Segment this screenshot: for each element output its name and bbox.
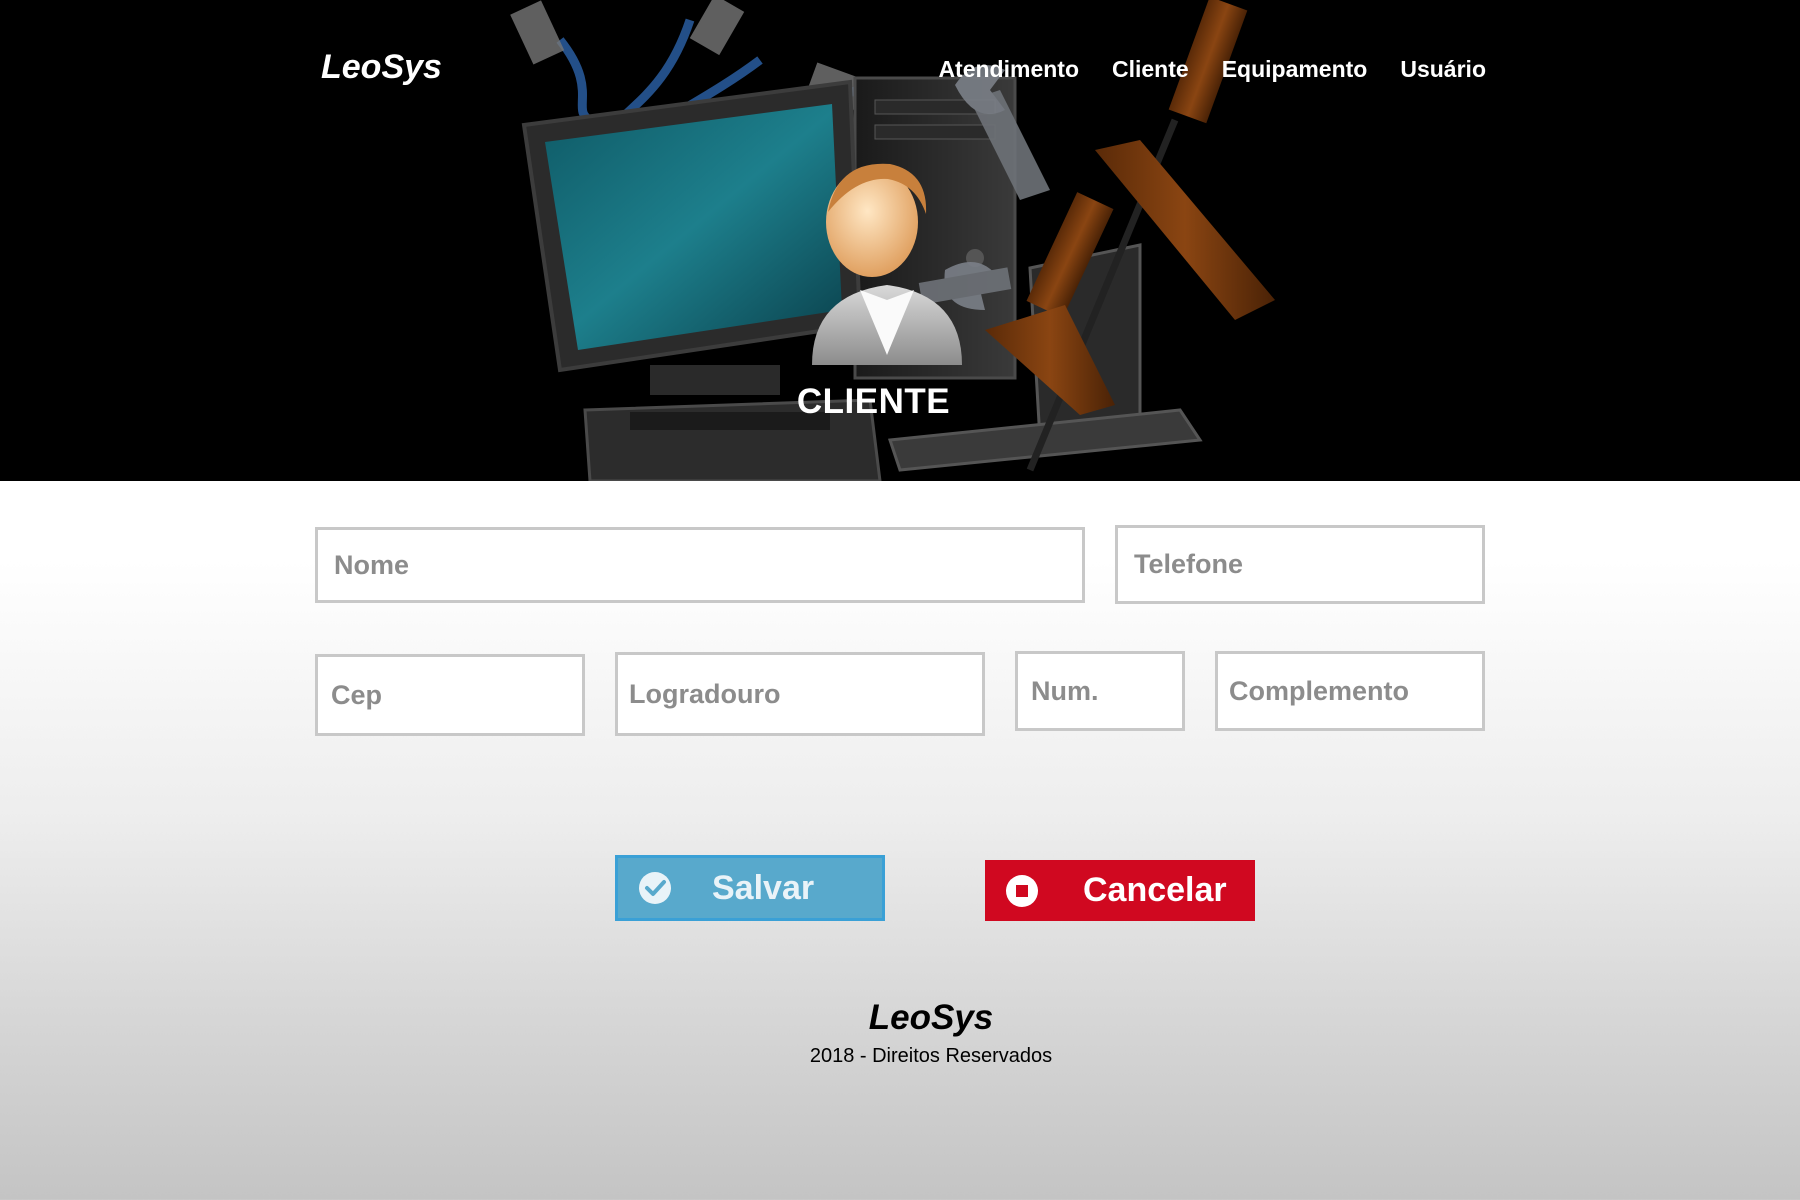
nav-atendimento[interactable]: Atendimento (938, 56, 1079, 83)
nav-equipamento[interactable]: Equipamento (1222, 56, 1368, 83)
main-nav: Atendimento Cliente Equipamento Usuário (938, 56, 1486, 83)
stop-circle-icon (1005, 874, 1039, 908)
nome-input[interactable] (315, 527, 1085, 603)
page-title: CLIENTE (796, 382, 951, 421)
check-circle-icon (638, 871, 672, 905)
complemento-input[interactable] (1215, 651, 1485, 731)
cep-input[interactable] (315, 654, 585, 736)
footer-copyright: 2018 - Direitos Reservados (809, 1045, 1053, 1067)
nav-cliente[interactable]: Cliente (1112, 56, 1189, 83)
telefone-input[interactable] (1115, 525, 1485, 604)
cancel-button[interactable]: Cancelar (985, 860, 1255, 921)
nav-usuario[interactable]: Usuário (1400, 56, 1486, 83)
cancel-button-label: Cancelar (1083, 871, 1227, 909)
logradouro-input[interactable] (615, 652, 985, 736)
numero-input[interactable] (1015, 651, 1185, 731)
brand-logo[interactable]: LeoSys (321, 48, 442, 87)
hero-banner: LeoSys Atendimento Cliente Equipamento U… (0, 0, 1800, 481)
save-button-label: Salvar (712, 868, 815, 907)
footer-brand: LeoSys (868, 998, 994, 1037)
save-button[interactable]: Salvar (615, 855, 885, 921)
